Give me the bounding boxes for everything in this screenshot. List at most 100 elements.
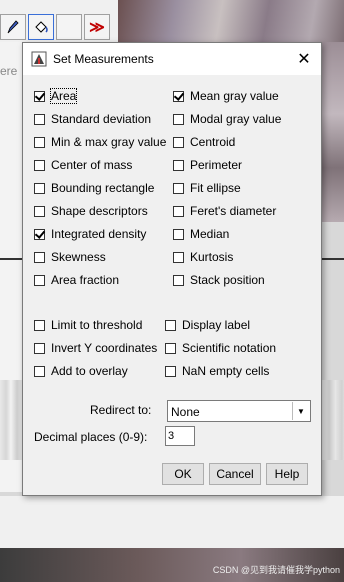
checkbox-label: Kurtosis bbox=[190, 250, 234, 264]
checkbox-unchecked-icon[interactable] bbox=[34, 136, 45, 148]
bucket-icon bbox=[35, 21, 48, 33]
checkbox-label: Display label bbox=[182, 318, 251, 332]
checkbox-unchecked-icon[interactable] bbox=[34, 113, 45, 125]
checkbox-perimeter[interactable]: Perimeter bbox=[173, 157, 242, 173]
checkbox-label: Scientific notation bbox=[182, 341, 277, 355]
checkbox-bounding-rectangle[interactable]: Bounding rectangle bbox=[34, 180, 154, 196]
checkbox-label: Centroid bbox=[190, 135, 236, 149]
checkbox-checked-icon[interactable] bbox=[34, 228, 45, 240]
checkbox-label: Fit ellipse bbox=[190, 181, 241, 195]
checkbox-display-label[interactable]: Display label bbox=[165, 317, 250, 333]
checkbox-label: Shape descriptors bbox=[51, 204, 148, 218]
checkbox-label: Mean gray value bbox=[190, 89, 279, 103]
checkbox-label: Integrated density bbox=[51, 227, 147, 241]
checkbox-label: Stack position bbox=[190, 273, 265, 287]
checkbox-unchecked-icon[interactable] bbox=[34, 365, 45, 377]
dialog-titlebar[interactable]: Set Measurements ✕ bbox=[23, 43, 321, 75]
pencil-tool-button[interactable] bbox=[0, 14, 26, 40]
checkbox-label: Perimeter bbox=[190, 158, 243, 172]
close-icon: ✕ bbox=[297, 51, 311, 68]
checkbox-centroid[interactable]: Centroid bbox=[173, 134, 235, 150]
checkbox-checked-icon[interactable] bbox=[173, 90, 184, 102]
background-image-top bbox=[118, 0, 344, 42]
cancel-button[interactable]: Cancel bbox=[209, 463, 261, 485]
checkbox-min-max-gray-value[interactable]: Min & max gray value bbox=[34, 134, 166, 150]
checkbox-unchecked-icon[interactable] bbox=[165, 319, 176, 331]
pencil-icon bbox=[7, 20, 19, 34]
set-measurements-dialog: Set Measurements ✕ Area Standard deviatio… bbox=[22, 42, 322, 496]
imagej-app-icon bbox=[31, 51, 47, 67]
checkbox-label: NaN empty cells bbox=[182, 364, 270, 378]
checkbox-shape-descriptors[interactable]: Shape descriptors bbox=[34, 203, 148, 219]
decimal-places-label: Decimal places (0-9): bbox=[34, 430, 148, 444]
checkbox-unchecked-icon[interactable] bbox=[173, 205, 184, 217]
checkbox-unchecked-icon[interactable] bbox=[34, 205, 45, 217]
checkbox-unchecked-icon[interactable] bbox=[173, 182, 184, 194]
checkbox-unchecked-icon[interactable] bbox=[173, 274, 184, 286]
checkbox-unchecked-icon[interactable] bbox=[34, 251, 45, 263]
ok-button[interactable]: OK bbox=[162, 463, 204, 485]
checkbox-unchecked-icon[interactable] bbox=[34, 319, 45, 331]
checkbox-unchecked-icon[interactable] bbox=[165, 365, 176, 377]
checkbox-modal-gray-value[interactable]: Modal gray value bbox=[173, 111, 281, 127]
checkbox-limit-to-threshold[interactable]: Limit to threshold bbox=[34, 317, 142, 333]
close-button[interactable]: ✕ bbox=[287, 43, 321, 75]
bucket-tool-button[interactable] bbox=[28, 14, 54, 40]
checkbox-kurtosis[interactable]: Kurtosis bbox=[173, 249, 233, 265]
checkbox-area-fraction[interactable]: Area fraction bbox=[34, 272, 119, 288]
background-image-right bbox=[322, 42, 344, 222]
checkbox-area[interactable]: Area bbox=[34, 88, 78, 104]
redirect-select[interactable]: None ▼ bbox=[167, 400, 311, 422]
chevron-down-icon[interactable]: ▼ bbox=[292, 402, 309, 420]
checkbox-label: Standard deviation bbox=[51, 112, 152, 126]
checkbox-unchecked-icon[interactable] bbox=[34, 342, 45, 354]
background-bottom-image: CSDN @见到我请催我学python bbox=[0, 548, 344, 582]
dialog-title: Set Measurements bbox=[53, 52, 154, 66]
checkbox-unchecked-icon[interactable] bbox=[173, 251, 184, 263]
checkbox-standard-deviation[interactable]: Standard deviation bbox=[34, 111, 151, 127]
checkbox-label: Add to overlay bbox=[51, 364, 128, 378]
checkbox-scientific-notation[interactable]: Scientific notation bbox=[165, 340, 276, 356]
checkbox-unchecked-icon[interactable] bbox=[165, 342, 176, 354]
checkbox-feret-s-diameter[interactable]: Feret's diameter bbox=[173, 203, 276, 219]
checkbox-label: Invert Y coordinates bbox=[51, 341, 158, 355]
checkbox-center-of-mass[interactable]: Center of mass bbox=[34, 157, 132, 173]
checkbox-label: Center of mass bbox=[51, 158, 133, 172]
checkbox-label: Min & max gray value bbox=[51, 135, 167, 149]
checkbox-unchecked-icon[interactable] bbox=[173, 228, 184, 240]
more-tools-button[interactable]: ≫ bbox=[84, 14, 110, 40]
watermark: CSDN @见到我请催我学python bbox=[212, 565, 340, 575]
checkbox-label: Median bbox=[190, 227, 230, 241]
checkbox-checked-icon[interactable] bbox=[34, 90, 45, 102]
background-partial-text: ere · bbox=[0, 64, 25, 78]
redirect-selected-value: None bbox=[171, 405, 200, 419]
checkbox-integrated-density[interactable]: Integrated density bbox=[34, 226, 146, 242]
checkbox-fit-ellipse[interactable]: Fit ellipse bbox=[173, 180, 241, 196]
checkbox-mean-gray-value[interactable]: Mean gray value bbox=[173, 88, 279, 104]
decimal-places-input[interactable] bbox=[165, 426, 195, 446]
checkbox-label: Feret's diameter bbox=[190, 204, 277, 218]
checkbox-median[interactable]: Median bbox=[173, 226, 229, 242]
checkbox-label: Area bbox=[49, 88, 78, 104]
blank-tool-button[interactable] bbox=[56, 14, 82, 40]
checkbox-nan-empty-cells[interactable]: NaN empty cells bbox=[165, 363, 269, 379]
checkbox-unchecked-icon[interactable] bbox=[173, 159, 184, 171]
checkbox-unchecked-icon[interactable] bbox=[34, 159, 45, 171]
checkbox-label: Modal gray value bbox=[190, 112, 282, 126]
checkbox-unchecked-icon[interactable] bbox=[34, 274, 45, 286]
checkbox-add-to-overlay[interactable]: Add to overlay bbox=[34, 363, 128, 379]
double-chevron-right-icon: ≫ bbox=[89, 19, 105, 36]
checkbox-skewness[interactable]: Skewness bbox=[34, 249, 106, 265]
redirect-label: Redirect to: bbox=[90, 403, 152, 417]
checkbox-label: Limit to threshold bbox=[51, 318, 143, 332]
checkbox-unchecked-icon[interactable] bbox=[173, 136, 184, 148]
help-button[interactable]: Help bbox=[266, 463, 308, 485]
checkbox-label: Bounding rectangle bbox=[51, 181, 155, 195]
checkbox-stack-position[interactable]: Stack position bbox=[173, 272, 265, 288]
checkbox-invert-y-coordinates[interactable]: Invert Y coordinates bbox=[34, 340, 157, 356]
checkbox-unchecked-icon[interactable] bbox=[34, 182, 45, 194]
imagej-toolbar: ≫ bbox=[0, 0, 118, 43]
checkbox-unchecked-icon[interactable] bbox=[173, 113, 184, 125]
checkbox-label: Area fraction bbox=[51, 273, 120, 287]
checkbox-label: Skewness bbox=[51, 250, 106, 264]
